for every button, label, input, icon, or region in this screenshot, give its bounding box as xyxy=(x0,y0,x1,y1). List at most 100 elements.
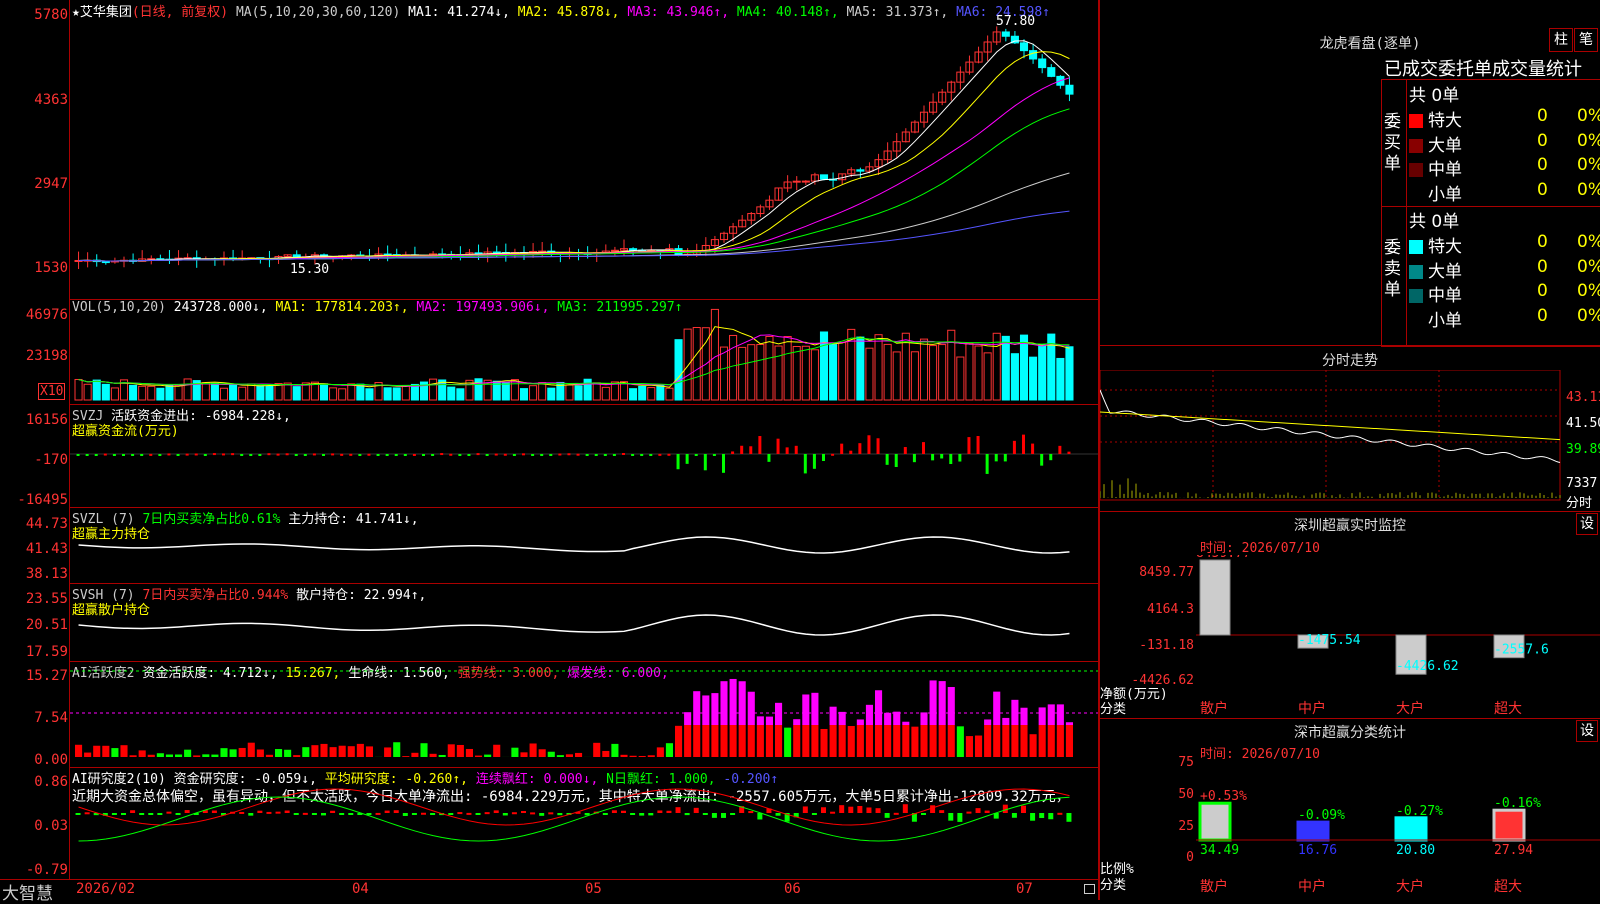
activity-bar xyxy=(657,747,664,757)
activity-bar xyxy=(311,745,318,757)
research-bar xyxy=(539,813,544,816)
volume-bar xyxy=(620,382,627,400)
swatch-icon xyxy=(1409,314,1423,328)
tick-mode-button[interactable]: 笔 xyxy=(1574,28,1598,52)
lock-icon[interactable] xyxy=(1084,884,1095,894)
flow-bar xyxy=(777,439,780,454)
volume-bar xyxy=(1011,354,1018,400)
volume-bar xyxy=(920,339,927,400)
tabs-label[interactable]: 已成交委托单成交量统计 xyxy=(1384,55,1582,81)
activity-bar-top xyxy=(884,713,891,725)
volume-bar xyxy=(457,389,464,400)
flow-bar xyxy=(1013,441,1016,454)
candle-body xyxy=(1066,85,1073,94)
flow-bar xyxy=(404,454,407,456)
research-bar xyxy=(839,805,844,813)
sz-value-1: -1475.54 xyxy=(1298,633,1361,648)
volume-bar xyxy=(111,388,118,400)
activity-bar xyxy=(939,725,946,757)
activity-bar xyxy=(430,754,437,757)
right-panel: 龙虎看盘(逐单) 柱 笔 已成交委托单成交量统计 委买单 委卖单 共 0单 共 … xyxy=(1100,0,1600,900)
activity-bar xyxy=(611,744,618,757)
activity-bar xyxy=(166,755,173,757)
research-bar xyxy=(494,810,499,813)
candle-body xyxy=(1020,43,1027,51)
volume-bar xyxy=(411,384,418,400)
swatch-icon xyxy=(1409,139,1423,153)
research-bar xyxy=(639,813,644,816)
sell-orders-label: 委卖单 xyxy=(1384,238,1404,301)
volume-bar xyxy=(739,347,746,400)
volume-bar xyxy=(975,346,982,400)
volume-bar xyxy=(348,384,355,400)
research-bar xyxy=(966,812,971,814)
activity-bar xyxy=(966,736,973,757)
activity-bar xyxy=(466,749,473,757)
order-count: 0 xyxy=(1537,155,1548,175)
candlestick-chart[interactable] xyxy=(70,0,1098,300)
buy-orders-label: 委买单 xyxy=(1384,112,1404,175)
volume-bar xyxy=(811,350,818,400)
bar-mode-button[interactable]: 柱 xyxy=(1549,28,1573,52)
research-bar xyxy=(294,813,299,815)
sz-title: 深圳超赢实时监控 xyxy=(1100,515,1600,535)
activity-bar xyxy=(830,725,837,757)
activity-bar xyxy=(420,743,427,757)
buy-total: 共 0单 xyxy=(1409,81,1459,106)
flow-bar xyxy=(386,454,389,456)
research-bar xyxy=(176,813,181,815)
activity-bar xyxy=(948,725,955,757)
volume-bar xyxy=(239,387,246,400)
sz-settings-button[interactable]: 设 xyxy=(1576,513,1598,535)
research-bar xyxy=(457,812,462,814)
activity-bar-top xyxy=(757,716,764,725)
activity-bar-top xyxy=(920,712,927,725)
flow-bar xyxy=(395,454,398,456)
research-bar xyxy=(239,812,244,814)
candle-body xyxy=(820,175,827,179)
research-bar xyxy=(612,810,617,813)
activity-bar xyxy=(848,726,855,757)
svzl-axis-2: 38.13 xyxy=(0,566,68,582)
svzl-line xyxy=(79,537,1070,553)
research-bar xyxy=(848,807,853,813)
order-type: 特大 xyxy=(1428,111,1462,131)
sz-monitor-chart: 8459.77-1475.54-4426.62-2557.6 xyxy=(1196,555,1600,695)
flow-bar xyxy=(149,454,152,456)
sz-axis-2: -131.18 xyxy=(1100,638,1194,653)
flow-bar xyxy=(986,454,989,474)
activity-bar-top xyxy=(1048,704,1055,725)
research-bar xyxy=(276,812,281,814)
order-row-buy-3: 小单00% xyxy=(1409,180,1599,202)
activity-bar xyxy=(1039,725,1046,757)
ma5-line xyxy=(79,173,1070,261)
activity-bar xyxy=(820,729,827,757)
activity-bar-top xyxy=(902,722,909,725)
activity-bar xyxy=(84,753,91,757)
activity-bar xyxy=(239,748,246,757)
research-axis-1: 0.03 xyxy=(0,818,68,834)
intraday-chart[interactable] xyxy=(1100,370,1600,510)
order-pct: 0% xyxy=(1577,306,1600,326)
ma3-line xyxy=(79,78,1070,261)
activity-bar xyxy=(530,743,537,757)
research-bar xyxy=(1066,813,1071,822)
flow-bar xyxy=(540,454,543,456)
activity-bar xyxy=(693,725,700,757)
flow-bar xyxy=(349,454,352,456)
activity-bar xyxy=(639,756,646,757)
volume-bar xyxy=(902,333,909,400)
swatch-icon xyxy=(1409,289,1423,303)
sc-bar-1 xyxy=(1298,822,1328,840)
order-pct: 0% xyxy=(1577,106,1600,126)
chart-area[interactable]: ★艾华集团(日线, 前复权) MA(5,10,20,30,60,120) MA1… xyxy=(0,0,1098,900)
flow-bar xyxy=(549,454,552,456)
flow-bar xyxy=(631,454,634,456)
research-bar xyxy=(485,812,490,814)
volume-bar xyxy=(584,379,591,400)
sc-settings-button[interactable]: 设 xyxy=(1576,720,1598,742)
flow-bar xyxy=(795,446,798,454)
flow-bar xyxy=(322,454,325,456)
activity-bar xyxy=(211,755,218,757)
sz-cat-1: 中户 xyxy=(1298,698,1326,718)
